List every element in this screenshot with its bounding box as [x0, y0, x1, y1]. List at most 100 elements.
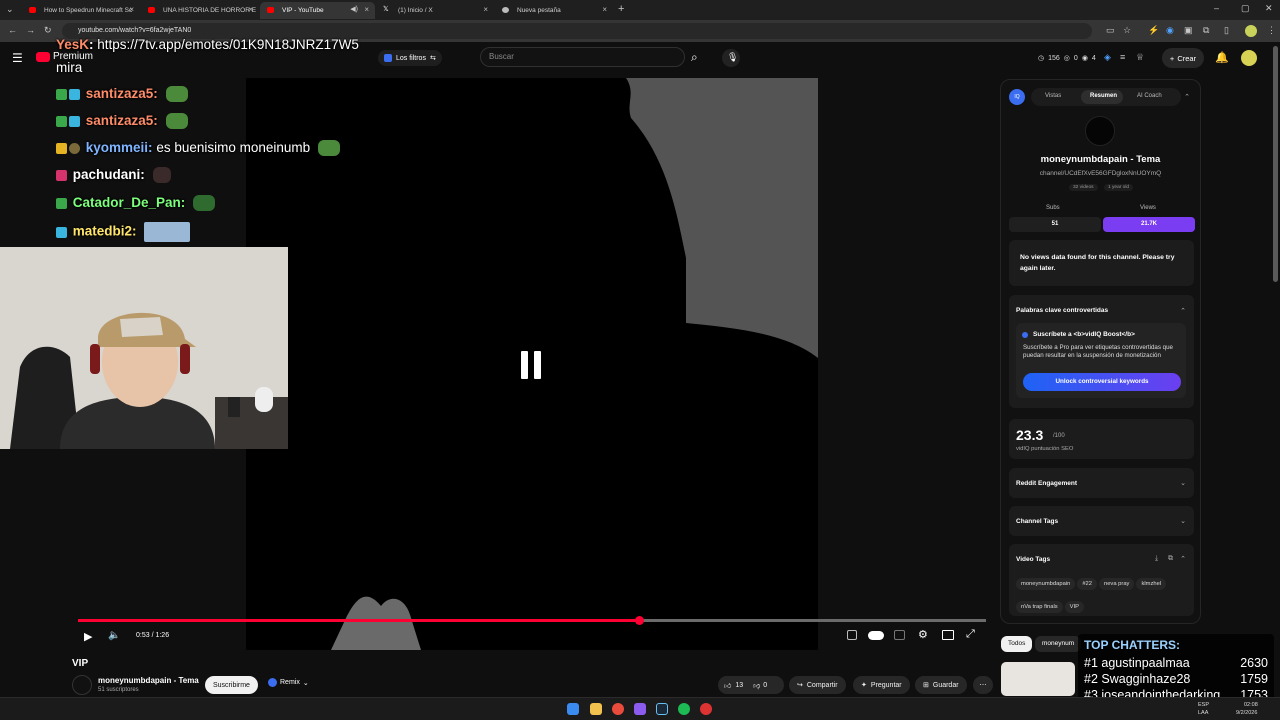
steam-icon[interactable]	[656, 703, 668, 715]
settings-gear-icon[interactable]: ⚙	[918, 628, 928, 641]
vidiq-tab[interactable]: AI Coach	[1137, 93, 1162, 99]
extensions-puzzle-icon[interactable]: ⧉	[1203, 25, 1209, 36]
related-video-thumbnail[interactable]	[1001, 662, 1075, 696]
vidiq-channel-name[interactable]: moneynumbdapain - Tema	[1001, 154, 1200, 165]
chip-channel[interactable]: moneynum	[1035, 636, 1082, 652]
close-tab-icon[interactable]: ×	[602, 5, 607, 14]
app-icon[interactable]	[700, 703, 712, 715]
chevron-up-icon[interactable]: ⌃	[1180, 555, 1186, 563]
filters-button[interactable]: Los filtros ⇆	[378, 50, 442, 66]
create-button[interactable]: + Crear	[1162, 48, 1204, 68]
video-tag[interactable]: neva pray	[1098, 578, 1135, 590]
browser-tab-3[interactable]: VIP - YouTube ◀) ×	[260, 2, 375, 19]
obs-icon[interactable]	[634, 703, 646, 715]
miniplayer-icon[interactable]	[942, 630, 954, 640]
volume-icon[interactable]: 🔈	[108, 630, 120, 641]
plus-icon[interactable]: +	[618, 3, 624, 15]
video-tag[interactable]: moneynumbdapain	[1016, 578, 1076, 590]
download-icon[interactable]: ⤓	[1155, 555, 1158, 563]
autoplay-toggle[interactable]	[868, 631, 884, 640]
chevron-down-icon[interactable]: ⌄	[1180, 517, 1186, 525]
vidiq-tab-active[interactable]: Resumen	[1090, 93, 1117, 99]
vidiq-header-stats[interactable]: ◷ 156 ◎ 0 ◉ 4	[1038, 51, 1100, 65]
search-input[interactable]: Buscar	[480, 47, 685, 67]
chevron-down-icon[interactable]: ⌄	[1180, 479, 1186, 487]
pause-overlay-icon[interactable]	[521, 351, 543, 379]
list-icon[interactable]: ≡	[1120, 52, 1125, 62]
subscribe-button[interactable]: Suscribirme	[205, 676, 258, 694]
maximize-icon[interactable]: ▢	[1241, 3, 1250, 14]
save-button[interactable]: ⊞ Guardar	[915, 676, 967, 694]
notifications-bell-icon[interactable]: 🔔	[1215, 51, 1229, 64]
extension-icon[interactable]: ▣	[1184, 25, 1193, 36]
close-tab-icon[interactable]: ×	[129, 5, 134, 14]
more-actions-button[interactable]: ⋯	[973, 676, 993, 694]
close-tab-icon[interactable]: ×	[248, 5, 253, 14]
more-menu-icon[interactable]: ⋮	[1267, 25, 1276, 36]
chevron-up-icon[interactable]: ⌃	[1184, 93, 1190, 101]
forward-icon[interactable]: →	[26, 25, 35, 35]
video-tag[interactable]: klmzhel	[1136, 578, 1167, 590]
back-icon[interactable]: ←	[8, 25, 17, 35]
microphone-icon[interactable]: 🎙	[727, 52, 738, 63]
copy-icon[interactable]: ⧉	[1168, 555, 1173, 563]
windows-start-icon[interactable]	[567, 703, 579, 715]
fullscreen-icon[interactable]: ⤢	[966, 628, 975, 641]
chrome-icon[interactable]	[612, 703, 624, 715]
video-progress-bar[interactable]	[78, 616, 986, 625]
vidiq-player-icon[interactable]	[847, 630, 857, 640]
dislike-count[interactable]: 0	[763, 682, 767, 689]
youtube-logo-icon[interactable]	[36, 52, 50, 62]
vidiq-logo-icon[interactable]: ◈	[1104, 52, 1111, 63]
thumbs-up-icon[interactable]: 👍︎	[724, 681, 731, 690]
profile-avatar-icon[interactable]	[1245, 25, 1257, 37]
subtitles-icon[interactable]	[894, 630, 905, 640]
play-icon[interactable]: ▶	[84, 630, 92, 643]
video-tag[interactable]: nVa trap finals	[1016, 601, 1063, 613]
bookmark-star-icon[interactable]: ☆	[1123, 25, 1131, 36]
search-icon[interactable]: ⌕	[691, 50, 698, 65]
trophy-icon[interactable]: ♕	[1136, 52, 1144, 63]
close-window-icon[interactable]: ✕	[1265, 3, 1273, 14]
video-player[interactable]	[246, 78, 818, 650]
unlock-keywords-button[interactable]: Unlock controversial keywords	[1023, 373, 1181, 391]
clock-time[interactable]: 02:08	[1244, 702, 1258, 708]
minimize-icon[interactable]: –	[1214, 3, 1219, 13]
chip-all[interactable]: Todos	[1001, 636, 1033, 652]
like-count[interactable]: 13	[735, 682, 743, 689]
extension-icon[interactable]: ⚡	[1148, 25, 1159, 36]
channel-avatar[interactable]	[72, 675, 92, 695]
keyboard-layout[interactable]: LAA	[1198, 710, 1208, 716]
browser-tab-5[interactable]: Nueva pestaña ×	[495, 2, 613, 19]
channel-tags-card[interactable]: Channel Tags ⌄	[1009, 506, 1194, 536]
thumbs-down-icon[interactable]: 👎︎	[753, 681, 760, 690]
tab-search-icon[interactable]: ⌄	[6, 4, 14, 15]
chevron-up-icon[interactable]: ⌃	[1180, 307, 1186, 315]
reload-icon[interactable]: ↻	[44, 25, 52, 36]
clock-date[interactable]: 9/2/2026	[1236, 710, 1257, 716]
video-tag[interactable]: #22	[1077, 578, 1097, 590]
share-button[interactable]: ↪ Compartir	[789, 676, 846, 694]
vidiq-tab[interactable]: Vistas	[1045, 93, 1061, 99]
audio-playing-icon[interactable]: ◀)	[350, 5, 358, 13]
channel-name[interactable]: moneynumbdapain - Tema	[98, 676, 199, 685]
browser-tab-4[interactable]: 𝕏 (1) Inicio / X ×	[376, 2, 494, 19]
ask-button[interactable]: ✦ Preguntar	[853, 676, 910, 694]
browser-tab-1[interactable]: How to Speedrun Minecraft Sc ×	[22, 2, 140, 19]
spotify-icon[interactable]	[678, 703, 690, 715]
video-tag[interactable]: VIP	[1064, 601, 1084, 613]
close-tab-icon[interactable]: ×	[364, 5, 369, 14]
page-scrollbar[interactable]	[1273, 46, 1278, 282]
browser-tab-2[interactable]: UNA HISTORIA DE HORROR E ×	[141, 2, 259, 19]
remix-button[interactable]: Remix ⌄	[268, 678, 309, 687]
sidebar-icon[interactable]: ▯	[1224, 25, 1229, 36]
close-tab-icon[interactable]: ×	[483, 5, 488, 14]
vidiq-logo-icon[interactable]: IQ	[1009, 89, 1025, 105]
file-explorer-icon[interactable]	[590, 703, 602, 715]
extension-icon[interactable]: ◉	[1166, 25, 1174, 36]
hamburger-menu-icon[interactable]: ☰	[12, 51, 23, 65]
language-indicator[interactable]: ESP	[1198, 702, 1209, 708]
cast-icon[interactable]: ▭	[1106, 25, 1115, 36]
reddit-engagement-card[interactable]: Reddit Engagement ⌄	[1009, 468, 1194, 498]
avatar[interactable]	[1241, 50, 1257, 66]
